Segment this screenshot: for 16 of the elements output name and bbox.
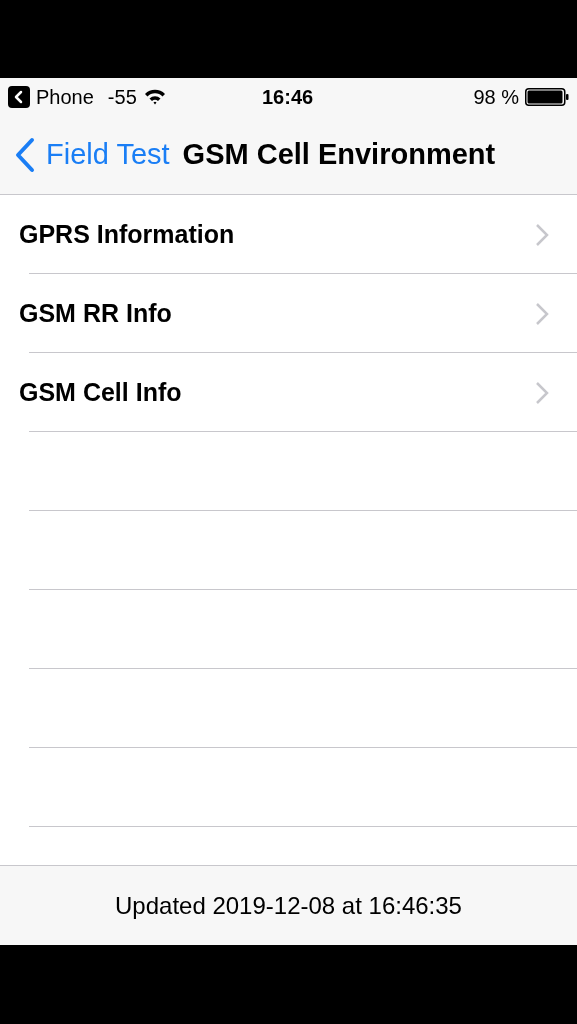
list-row[interactable]: GSM Cell Info bbox=[0, 353, 577, 432]
chevron-left-icon bbox=[14, 137, 36, 173]
signal-strength: -55 bbox=[107, 85, 137, 110]
list-row[interactable]: GSM RR Info bbox=[0, 274, 577, 353]
battery-icon bbox=[525, 88, 569, 106]
nav-title: GSM Cell Environment bbox=[182, 137, 496, 173]
status-time: 16:46 bbox=[262, 85, 314, 110]
back-button[interactable]: Field Test bbox=[14, 133, 170, 177]
back-icon[interactable] bbox=[8, 86, 30, 108]
list-row[interactable]: GPRS Information bbox=[0, 195, 577, 274]
back-app-label[interactable]: Phone bbox=[36, 82, 94, 112]
chevron-right-icon bbox=[535, 380, 549, 405]
updated-timestamp: Updated 2019-12-08 at 16:46:35 bbox=[115, 890, 462, 921]
battery-percent: 98 % bbox=[473, 85, 519, 110]
chevron-right-icon bbox=[535, 222, 549, 247]
chevron-right-icon bbox=[535, 301, 549, 326]
